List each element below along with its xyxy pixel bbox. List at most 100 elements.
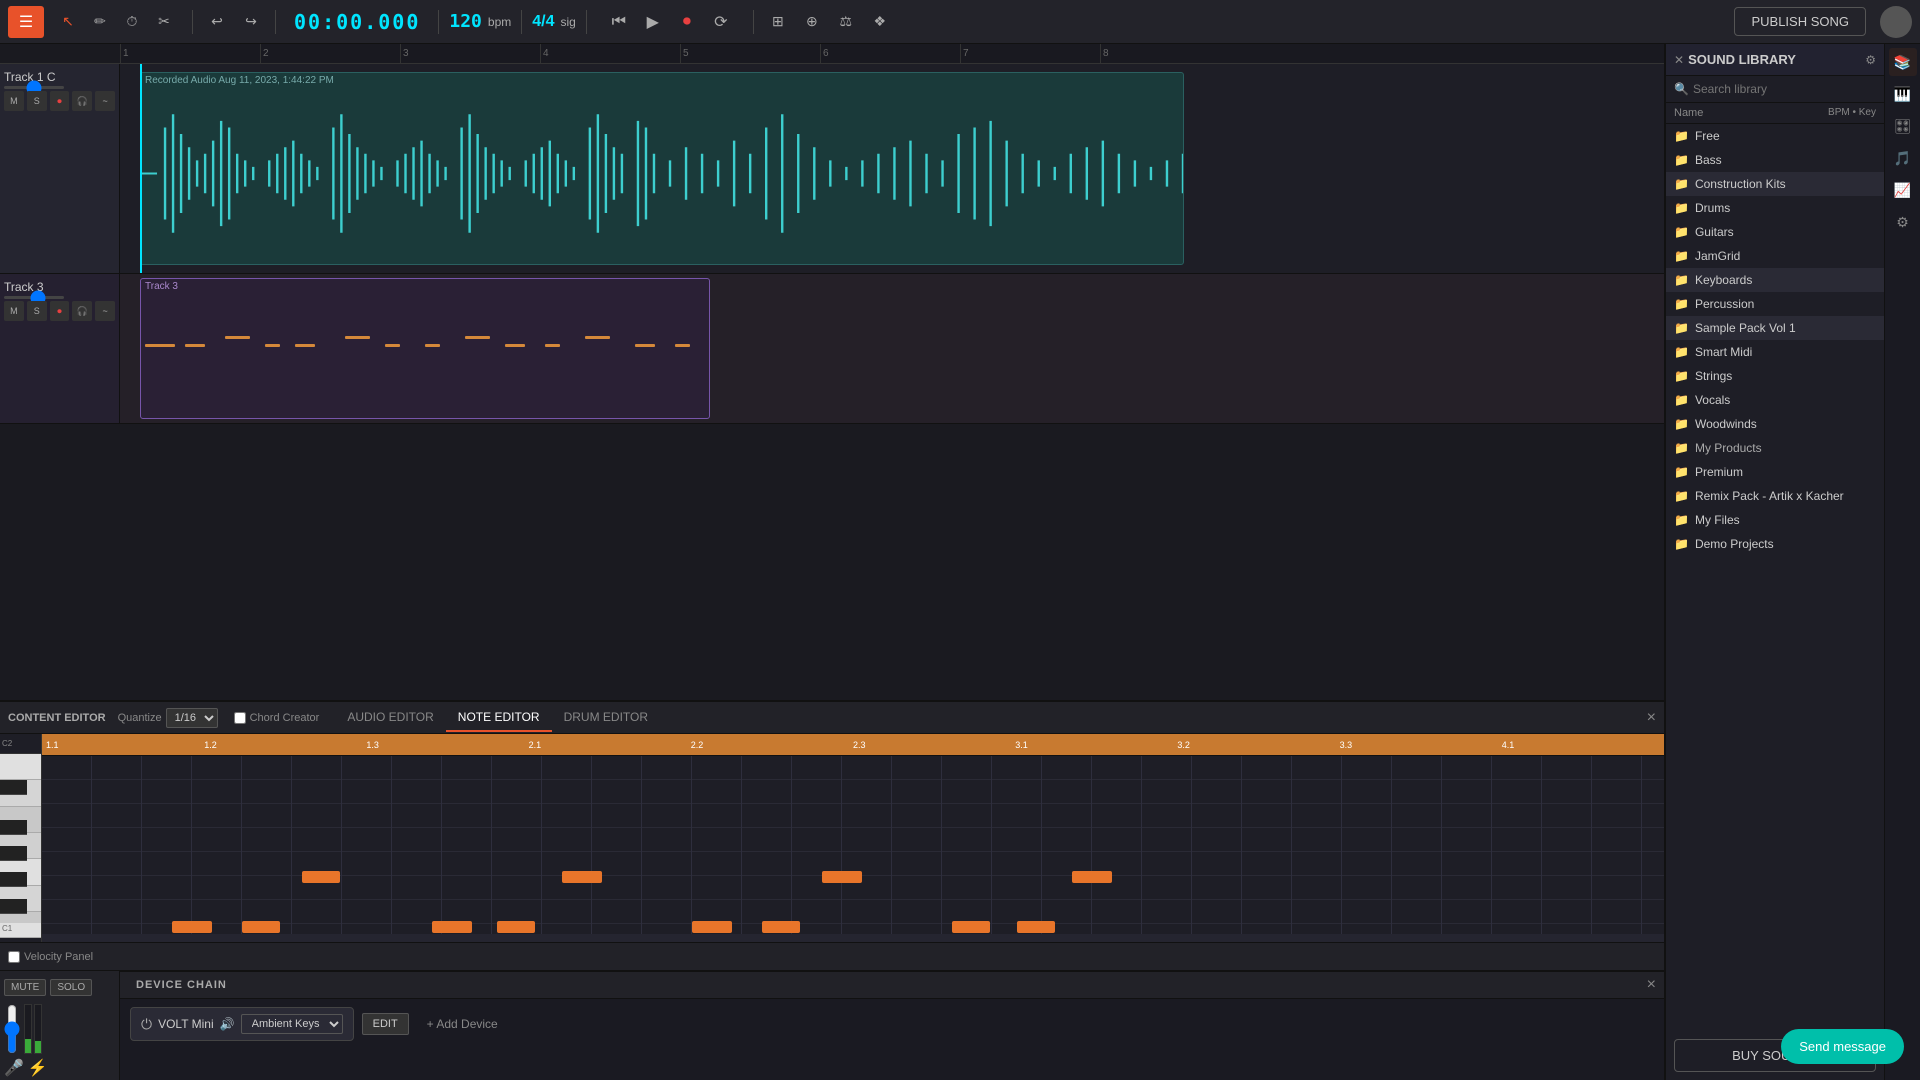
- track3-headphones-icon[interactable]: ⚡: [28, 1058, 48, 1078]
- quantize-group: Quantize 1/16 1/8 1/4: [118, 708, 218, 728]
- select-tool[interactable]: ↖: [54, 8, 82, 36]
- library-item-remix-pack[interactable]: 📁Remix Pack - Artik x Kacher: [1666, 484, 1884, 508]
- track3-mute[interactable]: M: [4, 301, 24, 321]
- scissors-tool[interactable]: ✂: [150, 8, 178, 36]
- note-4[interactable]: [1072, 871, 1112, 883]
- midi-button[interactable]: 🎵: [1889, 144, 1917, 172]
- track1-audio-clip[interactable]: Recorded Audio Aug 11, 2023, 1:44:22 PM: [140, 72, 1184, 265]
- settings-button[interactable]: ⚙: [1889, 208, 1917, 236]
- menu-button[interactable]: ☰: [8, 6, 44, 38]
- track3-headphones[interactable]: 🎧: [72, 301, 92, 321]
- loop-button[interactable]: ⟳: [707, 8, 735, 36]
- device-power-icon[interactable]: ⏻: [141, 1016, 152, 1033]
- track3-volume-slider[interactable]: [4, 296, 64, 299]
- track3-record[interactable]: ⏺: [50, 301, 70, 321]
- device-chain-close-button[interactable]: ×: [1647, 976, 1656, 994]
- device-plugin-select[interactable]: Ambient Keys: [241, 1014, 343, 1034]
- track1-solo[interactable]: S: [27, 91, 47, 111]
- note-7[interactable]: [432, 921, 472, 933]
- track1-volume-slider[interactable]: [4, 86, 64, 89]
- rewind-button[interactable]: ⏮: [605, 8, 633, 36]
- track3-bottom-controls: MUTE SOLO: [0, 970, 120, 1080]
- library-item-smart-midi[interactable]: 📁Smart Midi: [1666, 340, 1884, 364]
- track3-midi-clip[interactable]: Track 3: [140, 278, 710, 419]
- velocity-checkbox[interactable]: [8, 951, 20, 963]
- library-item-strings[interactable]: 📁Strings: [1666, 364, 1884, 388]
- editor-close[interactable]: ×: [1647, 709, 1656, 727]
- grid-content[interactable]: [42, 756, 1664, 942]
- note-11[interactable]: [952, 921, 990, 933]
- chord-creator-checkbox[interactable]: [234, 712, 246, 724]
- library-close-icon[interactable]: ✕: [1674, 53, 1684, 67]
- send-message-button[interactable]: Send message: [1781, 1029, 1904, 1064]
- tab-drum-editor[interactable]: DRUM EDITOR: [552, 704, 660, 732]
- library-item-demo-projects[interactable]: 📁Demo Projects: [1666, 532, 1884, 556]
- note-6[interactable]: [242, 921, 280, 933]
- track1-record[interactable]: ⏺: [50, 91, 70, 111]
- tab-audio-editor[interactable]: AUDIO EDITOR: [335, 704, 445, 732]
- note-2[interactable]: [562, 871, 602, 883]
- note-10[interactable]: [762, 921, 800, 933]
- library-item-jamgrid[interactable]: 📁JamGrid: [1666, 244, 1884, 268]
- library-item-woodwinds[interactable]: 📁Woodwinds: [1666, 412, 1884, 436]
- user-avatar[interactable]: [1880, 6, 1912, 38]
- track3-bottom-mute[interactable]: MUTE: [4, 979, 46, 996]
- effects-button[interactable]: 🎛: [1889, 112, 1917, 140]
- note-5[interactable]: [172, 921, 212, 933]
- track3-level-fader[interactable]: [4, 1004, 20, 1054]
- library-item-my-files[interactable]: 📁My Files: [1666, 508, 1884, 532]
- track3-eq[interactable]: ~: [95, 301, 115, 321]
- ruler-mark-8: 8: [1100, 44, 1109, 63]
- device-edit-button[interactable]: EDIT: [362, 1013, 409, 1035]
- redo-button[interactable]: ↪: [237, 8, 265, 36]
- library-item-my-products[interactable]: 📁My Products: [1666, 436, 1884, 460]
- library-item-vocals[interactable]: 📁Vocals: [1666, 388, 1884, 412]
- note-9[interactable]: [692, 921, 732, 933]
- note-3[interactable]: [822, 871, 862, 883]
- library-item-premium[interactable]: 📁Premium: [1666, 460, 1884, 484]
- divider-6: [753, 10, 754, 34]
- instruments-button[interactable]: 🎹: [1889, 80, 1917, 108]
- play-button[interactable]: ▶: [639, 8, 667, 36]
- library-item-free[interactable]: 📁Free: [1666, 124, 1884, 148]
- library-toggle-button[interactable]: 📚: [1889, 48, 1917, 76]
- note-grid[interactable]: 1.1 1.2 1.3 2.1 2.2 2.3 3.1 3.2 3.3 4.1: [42, 734, 1664, 942]
- publish-button[interactable]: PUBLISH SONG: [1734, 7, 1866, 36]
- ruler-marks: 1 2 3 4 5 6 7 8: [120, 44, 1664, 63]
- track3-mic-icon[interactable]: 🎤: [4, 1058, 24, 1078]
- track-add-button[interactable]: ⊕: [798, 8, 826, 36]
- track1-mute[interactable]: M: [4, 91, 24, 111]
- bpm-value[interactable]: 120: [449, 11, 482, 32]
- track1-headphones[interactable]: 🎧: [72, 91, 92, 111]
- library-item-bass[interactable]: 📁Bass: [1666, 148, 1884, 172]
- track1-eq[interactable]: ~: [95, 91, 115, 111]
- library-item-construction-kits[interactable]: 📁Construction Kits: [1666, 172, 1884, 196]
- track3-lane[interactable]: Track 3: [120, 274, 1664, 424]
- track3-bottom-solo[interactable]: SOLO: [50, 979, 92, 996]
- search-input[interactable]: [1693, 82, 1876, 96]
- add-device-button[interactable]: + Add Device: [417, 1011, 508, 1037]
- note-8[interactable]: [497, 921, 535, 933]
- track3-solo[interactable]: S: [27, 301, 47, 321]
- plugin-button[interactable]: ❖: [866, 8, 894, 36]
- time-sig[interactable]: 4/4: [532, 13, 554, 31]
- hscrollbar[interactable]: [42, 934, 1664, 942]
- pencil-tool[interactable]: ✏: [86, 8, 114, 36]
- library-item-keyboards[interactable]: 📁Keyboards: [1666, 268, 1884, 292]
- undo-button[interactable]: ↩: [203, 8, 231, 36]
- library-settings-icon[interactable]: ⚙: [1865, 53, 1876, 67]
- clock-tool[interactable]: ⏱: [118, 8, 146, 36]
- library-item-drums[interactable]: 📁Drums: [1666, 196, 1884, 220]
- tab-note-editor[interactable]: NOTE EDITOR: [446, 704, 552, 732]
- automation-button[interactable]: 📈: [1889, 176, 1917, 204]
- snap-button[interactable]: ⊞: [764, 8, 792, 36]
- quantize-select[interactable]: 1/16 1/8 1/4: [166, 708, 218, 728]
- mix-button[interactable]: ⚖: [832, 8, 860, 36]
- track1-lane[interactable]: Recorded Audio Aug 11, 2023, 1:44:22 PM: [120, 64, 1664, 274]
- note-12[interactable]: [1017, 921, 1055, 933]
- note-1[interactable]: [302, 871, 340, 883]
- record-button[interactable]: ⏺: [673, 8, 701, 36]
- library-item-sample-pack[interactable]: 📁Sample Pack Vol 1: [1666, 316, 1884, 340]
- library-item-percussion[interactable]: 📁Percussion: [1666, 292, 1884, 316]
- library-item-guitars[interactable]: 📁Guitars: [1666, 220, 1884, 244]
